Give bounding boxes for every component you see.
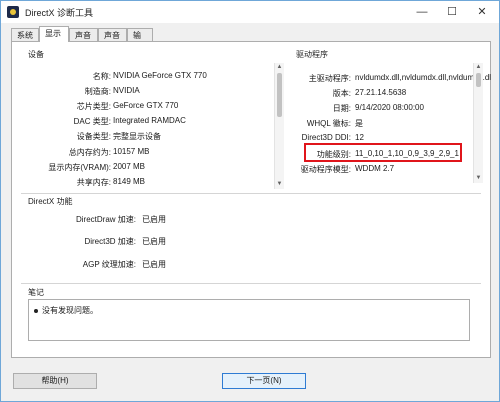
device-row-value: Integrated RAMDAC — [113, 116, 186, 125]
device-row-key: DAC 类型: — [73, 117, 111, 126]
driver-row-key: 版本: — [332, 89, 351, 98]
notes-box[interactable]: 没有发现问题。 — [28, 299, 470, 341]
device-row-value: NVIDIA — [113, 86, 140, 95]
driver-row-value: 12 — [355, 133, 364, 142]
feature-row-value: 已启用 — [142, 237, 166, 246]
tab-sound-1[interactable]: 声音 1 — [69, 28, 98, 53]
device-row-key: 名称: — [92, 72, 111, 81]
directx-app-icon — [7, 6, 19, 18]
driver-row-key: WHQL 徽标: — [306, 119, 351, 128]
driver-row: 版本: 27.21.14.5638 — [301, 88, 481, 100]
feature-row-key: DirectDraw 加速: — [75, 215, 136, 224]
device-row-key: 总内存约为: — [68, 148, 111, 157]
device-row-key: 共享内存: — [76, 178, 111, 187]
device-row: 芯片类型: GeForce GTX 770 — [28, 101, 283, 113]
notes-item-text: 没有发现问题。 — [42, 306, 98, 315]
driver-row-key: 驱动程序模型: — [300, 165, 351, 174]
device-row-value: NVIDIA GeForce GTX 770 — [113, 71, 207, 80]
driver-info-list: 主驱动程序: nvldumdx.dll,nvldumdx.dll,nvldumd… — [301, 73, 491, 183]
scroll-up-icon[interactable]: ▲ — [474, 63, 483, 72]
device-group-heading: 设备 — [28, 50, 44, 59]
device-row-key: 芯片类型: — [76, 102, 111, 111]
help-button[interactable]: 帮助(H) — [13, 373, 97, 389]
driver-row-value: 9/14/2020 08:00:00 — [355, 103, 424, 112]
bullet-icon — [34, 308, 38, 313]
feature-row: Direct3D 加速: 已启用 — [28, 236, 228, 248]
minimize-button[interactable]: — — [407, 1, 437, 23]
device-row: 名称: NVIDIA GeForce GTX 770 — [28, 71, 283, 83]
device-row: 共享内存: 8149 MB — [28, 177, 283, 189]
device-scrollbar[interactable]: ▲ ▼ — [274, 63, 284, 189]
title-bar[interactable]: DirectX 诊断工具 — ☐ ✕ — [1, 1, 499, 23]
driver-group-heading: 驱动程序 — [296, 50, 328, 59]
driver-row-key: 日期: — [332, 104, 351, 113]
notes-item: 没有发现问题。 — [34, 305, 98, 316]
driver-row-value: WDDM 2.7 — [355, 164, 395, 173]
device-row-value: 2007 MB — [113, 162, 146, 171]
driver-scrollbar[interactable]: ▲ ▼ — [473, 63, 483, 183]
feature-row: DirectDraw 加速: 已启用 — [28, 214, 228, 226]
driver-row: 驱动程序模型: WDDM 2.7 — [301, 164, 481, 176]
tab-system[interactable]: 系统 — [11, 28, 39, 41]
driver-row-key: 主驱动程序: — [308, 74, 351, 83]
device-row: 显示内存(VRAM): 2007 MB — [28, 162, 283, 174]
divider — [21, 193, 481, 194]
device-row-key: 设备类型: — [76, 132, 111, 141]
notes-group-heading: 笔记 — [28, 288, 44, 297]
device-row-value: 完整显示设备 — [113, 132, 161, 141]
feature-level-highlight — [304, 143, 462, 162]
device-row-value: 10157 MB — [113, 147, 150, 156]
driver-row-value: 是 — [355, 119, 363, 128]
driver-row: WHQL 徽标: 是 — [301, 118, 481, 130]
features-group-heading: DirectX 功能 — [28, 197, 73, 206]
driver-row-key: Direct3D DDI: — [301, 133, 351, 142]
features-list: DirectDraw 加速: 已启用 Direct3D 加速: 已启用 AGP … — [28, 214, 228, 274]
feature-row-value: 已启用 — [142, 260, 166, 269]
feature-row: AGP 纹理加速: 已启用 — [28, 259, 228, 271]
scroll-down-icon[interactable]: ▼ — [275, 180, 284, 189]
maximize-button[interactable]: ☐ — [437, 1, 467, 23]
feature-row-value: 已启用 — [142, 215, 166, 224]
scroll-down-icon[interactable]: ▼ — [474, 174, 483, 183]
scroll-up-icon[interactable]: ▲ — [275, 63, 284, 72]
device-row: DAC 类型: Integrated RAMDAC — [28, 116, 283, 128]
driver-row: 主驱动程序: nvldumdx.dll,nvldumdx.dll,nvldumd… — [301, 73, 491, 85]
close-button[interactable]: ✕ — [467, 1, 497, 23]
device-row-value: GeForce GTX 770 — [113, 101, 179, 110]
scroll-thumb[interactable] — [277, 73, 282, 117]
tab-sound-2[interactable]: 声音 2 — [98, 28, 127, 53]
scroll-thumb[interactable] — [476, 73, 481, 87]
window-title: DirectX 诊断工具 — [25, 8, 94, 18]
device-row-value: 8149 MB — [113, 177, 146, 186]
tab-input[interactable]: 输入 — [127, 28, 153, 53]
dxdiag-window: DirectX 诊断工具 — ☐ ✕ 系统 显示 声音 1 声音 2 输入 设备… — [0, 0, 500, 402]
next-page-button[interactable]: 下一页(N) — [222, 373, 306, 389]
device-info-list: 名称: NVIDIA GeForce GTX 770 制造商: NVIDIA 芯… — [28, 71, 283, 191]
driver-row-value: 27.21.14.5638 — [355, 88, 407, 97]
driver-row-value: nvldumdx.dll,nvldumdx.dll,nvldumdx.dl — [355, 73, 492, 82]
driver-row: 日期: 9/14/2020 08:00:00 — [301, 103, 481, 115]
device-row: 制造商: NVIDIA — [28, 86, 283, 98]
feature-row-key: AGP 纹理加速: — [82, 260, 136, 269]
device-row: 设备类型: 完整显示设备 — [28, 131, 283, 143]
feature-row-key: Direct3D 加速: — [84, 237, 136, 246]
tab-display[interactable]: 显示 — [39, 26, 69, 42]
device-row-key: 制造商: — [84, 87, 111, 96]
device-row: 总内存约为: 10157 MB — [28, 147, 283, 159]
device-row-key: 显示内存(VRAM): — [48, 163, 111, 172]
divider — [21, 283, 481, 284]
